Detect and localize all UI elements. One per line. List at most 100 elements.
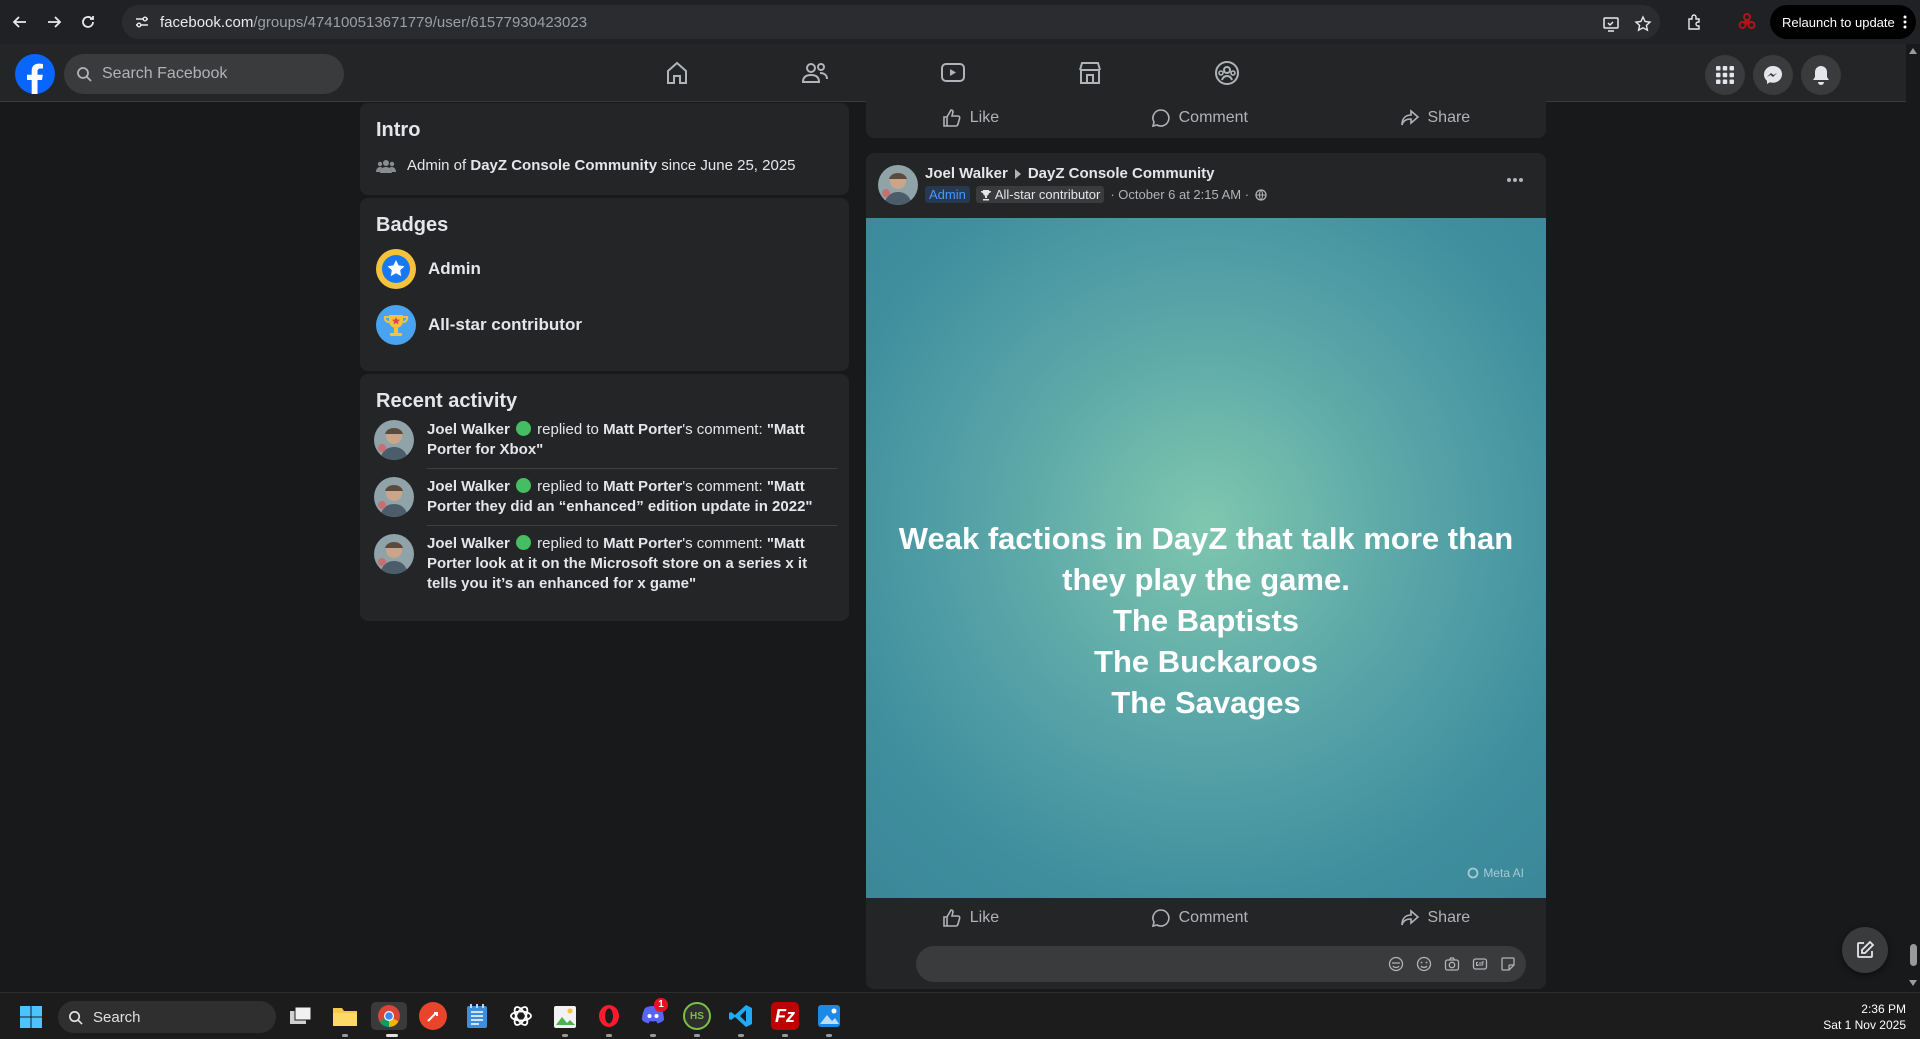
facebook-logo[interactable] — [15, 54, 55, 94]
notepad-icon[interactable] — [463, 1002, 491, 1030]
notifications-button[interactable] — [1801, 55, 1841, 95]
share-button[interactable]: Share — [1400, 108, 1470, 128]
member-badge-icon — [516, 421, 531, 436]
sticker-icon[interactable] — [1500, 956, 1516, 972]
member-badge-icon — [516, 478, 531, 493]
system-clock[interactable]: 2:36 PM Sat 1 Nov 2025 — [1823, 1001, 1906, 1033]
activity-text: Joel Walker replied to Matt Porter's com… — [427, 534, 827, 594]
page-scrollbar[interactable] — [1906, 44, 1920, 992]
chatgpt-glyph — [510, 1006, 532, 1026]
vscode-icon[interactable] — [727, 1002, 755, 1030]
activity-user[interactable]: Joel Walker — [427, 478, 510, 495]
home-nav-icon[interactable] — [664, 60, 690, 86]
admin-badge-icon — [376, 249, 416, 289]
admin-role-badge[interactable]: Admin — [925, 186, 970, 203]
windows-start-icon[interactable] — [20, 1006, 42, 1028]
all-star-badge[interactable]: All-star contributor — [975, 186, 1105, 203]
comment-input[interactable] — [916, 946, 1526, 982]
running-indicator — [562, 1034, 568, 1037]
intro-group-link[interactable]: DayZ Console Community — [470, 157, 657, 174]
share-button[interactable]: Share — [1400, 908, 1471, 928]
extensions-icon[interactable] — [1686, 13, 1704, 31]
post-image[interactable]: Weak factions in DayZ that talk more tha… — [866, 218, 1546, 898]
scroll-up-arrow-icon[interactable] — [1909, 48, 1917, 54]
post-timestamp[interactable]: · October 6 at 2:15 AM · — [1110, 187, 1249, 202]
taskbar-search[interactable]: Search — [58, 1001, 276, 1033]
activity-user[interactable]: Joel Walker — [427, 535, 510, 552]
opera-icon[interactable] — [595, 1002, 623, 1030]
camera-icon[interactable] — [1444, 956, 1460, 972]
scrollbar-thumb[interactable] — [1910, 944, 1917, 966]
avatar-sticker-icon[interactable] — [1388, 956, 1404, 972]
task-view-icon[interactable] — [287, 1002, 315, 1030]
badge-admin[interactable]: Admin — [376, 249, 481, 289]
post-group-name[interactable]: DayZ Console Community — [1028, 165, 1215, 182]
back-button[interactable] — [6, 8, 34, 36]
messenger-button[interactable] — [1753, 55, 1793, 95]
notepad-glyph — [467, 1004, 487, 1028]
new-message-button[interactable] — [1842, 927, 1888, 973]
video-nav-icon[interactable] — [940, 60, 966, 86]
share-label: Share — [1427, 909, 1471, 926]
reload-button[interactable] — [74, 8, 102, 36]
post-author-name[interactable]: Joel Walker — [925, 165, 1008, 182]
chatgpt-icon[interactable] — [507, 1002, 535, 1030]
photos-icon[interactable] — [815, 1002, 843, 1030]
bell-icon — [1813, 66, 1829, 85]
more-options-icon[interactable] — [1506, 177, 1524, 183]
avatar — [374, 534, 414, 574]
menu-button[interactable] — [1705, 55, 1745, 95]
activity-target[interactable]: Matt Porter — [603, 478, 682, 495]
chrome-icon[interactable] — [371, 1002, 407, 1030]
post-action-row: Like Comment Share — [866, 898, 1546, 938]
comment-label: Comment — [1178, 109, 1248, 126]
facebook-logo-icon — [15, 54, 55, 94]
like-button[interactable]: Like — [942, 908, 999, 928]
emoji-icon[interactable] — [1416, 956, 1432, 972]
activity-target[interactable]: Matt Porter — [603, 421, 682, 438]
activity-user[interactable]: Joel Walker — [427, 421, 510, 438]
file-explorer-icon[interactable] — [331, 1002, 359, 1030]
recent-activity-title: Recent activity — [376, 390, 518, 412]
install-app-icon[interactable] — [1602, 15, 1620, 33]
reload-icon — [82, 16, 94, 28]
relaunch-label: Relaunch to update — [1782, 14, 1895, 30]
post-meta-line: Admin All-star contributor · October 6 a… — [925, 186, 1267, 203]
thumbs-up-icon — [942, 109, 961, 127]
task-view-glyph — [290, 1006, 312, 1024]
arrow-right-icon — [48, 16, 62, 28]
facebook-search-input[interactable]: Search Facebook — [64, 54, 344, 94]
site-settings-icon[interactable] — [134, 14, 150, 30]
folder-glyph — [333, 1008, 357, 1026]
address-bar[interactable]: facebook.com/groups/474100513671779/user… — [122, 5, 1660, 39]
like-label: Like — [969, 109, 1000, 126]
badge-all-star[interactable]: All-star contributor — [376, 305, 582, 345]
filezilla-icon[interactable]: Fz — [771, 1002, 799, 1030]
friends-nav-icon[interactable] — [801, 60, 829, 86]
comment-button[interactable]: Comment — [1151, 108, 1248, 128]
url-text[interactable]: facebook.com/groups/474100513671779/user… — [160, 14, 587, 31]
running-indicator — [342, 1034, 348, 1037]
biohazard-extension-icon[interactable] — [1738, 13, 1756, 31]
facebook-header: Search Facebook — [0, 44, 1906, 102]
hs-app-icon[interactable]: HS — [683, 1002, 711, 1030]
forward-button[interactable] — [40, 8, 68, 36]
postman-icon[interactable] — [419, 1002, 447, 1030]
relaunch-button[interactable]: Relaunch to update — [1770, 5, 1916, 39]
comment-button[interactable]: Comment — [1151, 908, 1248, 928]
bookmark-star-icon[interactable] — [1634, 15, 1652, 33]
post-author-avatar[interactable] — [878, 165, 918, 205]
groups-nav-icon[interactable] — [1214, 60, 1240, 86]
like-button[interactable]: Like — [942, 108, 999, 128]
avatar — [374, 477, 414, 517]
image-editor-icon[interactable] — [551, 1002, 579, 1030]
post-text-line: The Savages — [1111, 685, 1301, 720]
user-avatar-icon — [374, 534, 414, 574]
search-placeholder: Search Facebook — [102, 65, 228, 82]
activity-target[interactable]: Matt Porter — [603, 535, 682, 552]
gif-icon[interactable] — [1472, 956, 1488, 972]
discord-notification-badge: 1 — [654, 998, 668, 1012]
marketplace-nav-icon[interactable] — [1077, 60, 1103, 86]
scroll-down-arrow-icon[interactable] — [1909, 980, 1917, 986]
photos-glyph — [818, 1005, 840, 1027]
